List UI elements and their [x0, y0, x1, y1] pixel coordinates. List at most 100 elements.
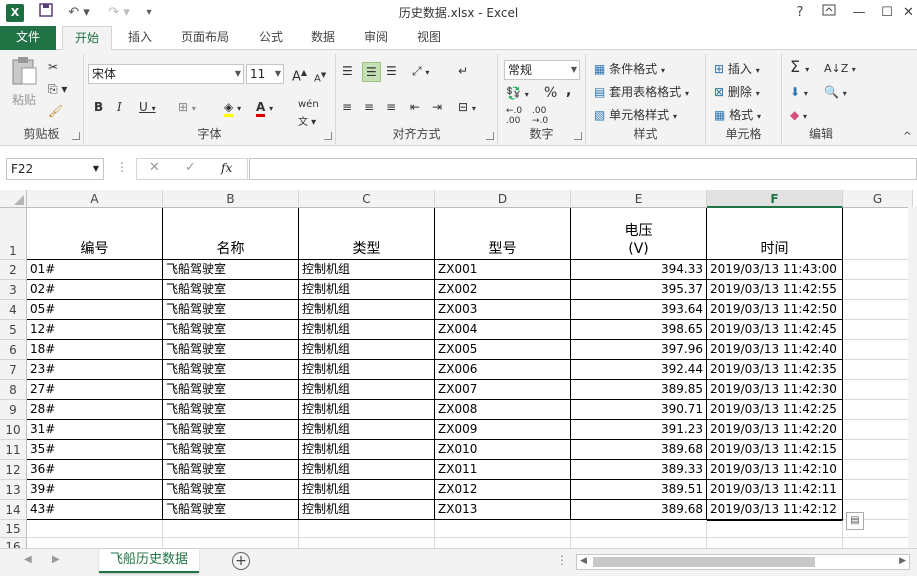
column-header[interactable]: B: [163, 190, 299, 208]
prev-sheet-icon[interactable]: ◀: [24, 554, 32, 565]
empty-cell[interactable]: [843, 380, 913, 400]
new-sheet-icon[interactable]: +: [232, 552, 250, 570]
table-cell[interactable]: 飞船驾驶室: [163, 480, 299, 500]
align-bottom-icon[interactable]: ☰: [386, 62, 397, 80]
table-cell[interactable]: 控制机组: [299, 400, 435, 420]
header-cell[interactable]: 类型: [299, 208, 435, 260]
empty-cell[interactable]: [843, 440, 913, 460]
bold-button[interactable]: B: [94, 98, 103, 116]
underline-button[interactable]: U ▾: [139, 98, 156, 118]
header-cell[interactable]: 名称: [163, 208, 299, 260]
table-cell[interactable]: ZX006: [435, 360, 571, 380]
tab-2[interactable]: 插入: [117, 26, 163, 50]
table-cell[interactable]: 397.96: [571, 340, 707, 360]
table-cell[interactable]: 39#: [27, 480, 163, 500]
close-icon[interactable]: ✕: [900, 3, 917, 23]
table-cell[interactable]: 控制机组: [299, 260, 435, 280]
fill-icon[interactable]: ⬇ ▾: [790, 83, 808, 103]
empty-cell[interactable]: [27, 520, 163, 538]
table-cell[interactable]: 2019/03/13 11:42:10: [707, 460, 843, 480]
table-cell[interactable]: 390.71: [571, 400, 707, 420]
empty-cell[interactable]: [843, 420, 913, 440]
table-cell[interactable]: 18#: [27, 340, 163, 360]
number-launcher-icon[interactable]: [574, 132, 582, 140]
table-cell[interactable]: 02#: [27, 280, 163, 300]
clear-icon[interactable]: ◆ ▾: [790, 106, 807, 126]
minimize-icon[interactable]: —: [847, 3, 871, 23]
row-header[interactable]: 9: [0, 400, 27, 420]
table-cell[interactable]: 控制机组: [299, 300, 435, 320]
decrease-decimal-icon[interactable]: .00 →.0: [532, 106, 548, 126]
scroll-right-icon[interactable]: ▶: [899, 556, 906, 566]
tab-splitter-icon[interactable]: ⋮: [556, 553, 568, 567]
fill-color-button[interactable]: ◈ ▾: [224, 98, 241, 118]
table-cell[interactable]: ZX011: [435, 460, 571, 480]
table-cell[interactable]: 36#: [27, 460, 163, 480]
scroll-left-icon[interactable]: ◀: [580, 556, 587, 566]
table-cell[interactable]: 2019/03/13 11:42:35: [707, 360, 843, 380]
table-cell[interactable]: ZX004: [435, 320, 571, 340]
table-cell[interactable]: ZX010: [435, 440, 571, 460]
table-cell[interactable]: 控制机组: [299, 480, 435, 500]
row-header[interactable]: 12: [0, 460, 27, 480]
table-cell[interactable]: 27#: [27, 380, 163, 400]
empty-cell[interactable]: [843, 280, 913, 300]
delete-cells-button[interactable]: ⊠ 删除 ▾: [714, 83, 760, 103]
table-cell[interactable]: 2019/03/13 11:42:11: [707, 480, 843, 500]
table-cell[interactable]: 35#: [27, 440, 163, 460]
table-cell[interactable]: 控制机组: [299, 460, 435, 480]
horizontal-scrollbar[interactable]: ◀ ▶: [576, 554, 910, 570]
column-header[interactable]: E: [571, 190, 707, 208]
table-cell[interactable]: ZX009: [435, 420, 571, 440]
table-cell[interactable]: 飞船驾驶室: [163, 380, 299, 400]
table-cell[interactable]: 飞船驾驶室: [163, 300, 299, 320]
table-cell[interactable]: 控制机组: [299, 380, 435, 400]
table-cell[interactable]: 389.51: [571, 480, 707, 500]
next-sheet-icon[interactable]: ▶: [52, 554, 60, 565]
table-cell[interactable]: ZX005: [435, 340, 571, 360]
table-cell[interactable]: 飞船驾驶室: [163, 500, 299, 520]
table-cell[interactable]: 控制机组: [299, 440, 435, 460]
table-cell[interactable]: 控制机组: [299, 320, 435, 340]
align-center-icon[interactable]: ≡: [364, 98, 374, 116]
row-header[interactable]: 4: [0, 300, 27, 320]
copy-icon[interactable]: ⎘ ▾: [48, 80, 67, 98]
table-cell[interactable]: 12#: [27, 320, 163, 340]
empty-cell[interactable]: [843, 260, 913, 280]
table-cell[interactable]: 2019/03/13 11:42:15: [707, 440, 843, 460]
sort-filter-icon[interactable]: A↓Z ▾: [824, 60, 856, 79]
empty-cell[interactable]: [843, 460, 913, 480]
tab-0[interactable]: 文件: [0, 26, 56, 50]
orientation-icon[interactable]: ⤢ ▾: [412, 62, 429, 82]
empty-cell[interactable]: [843, 400, 913, 420]
table-cell[interactable]: 飞船驾驶室: [163, 280, 299, 300]
font-launcher-icon[interactable]: [324, 132, 332, 140]
quick-analysis-icon[interactable]: ▤: [846, 512, 864, 530]
table-cell[interactable]: 2019/03/13 11:42:25: [707, 400, 843, 420]
increase-indent-icon[interactable]: ⇥: [432, 98, 442, 116]
border-icon[interactable]: ⊞ ▾: [178, 98, 196, 118]
table-cell[interactable]: 2019/03/13 11:42:45: [707, 320, 843, 340]
table-cell[interactable]: 飞船驾驶室: [163, 320, 299, 340]
table-cell[interactable]: 394.33: [571, 260, 707, 280]
table-cell[interactable]: 2019/03/13 11:42:50: [707, 300, 843, 320]
cancel-icon[interactable]: ✕: [149, 160, 160, 175]
cell-styles-button[interactable]: ▧ 单元格样式 ▾: [594, 106, 677, 126]
alignment-launcher-icon[interactable]: [486, 132, 494, 140]
empty-cell[interactable]: [571, 520, 707, 538]
table-cell[interactable]: 01#: [27, 260, 163, 280]
table-cell[interactable]: ZX003: [435, 300, 571, 320]
font-color-button[interactable]: A ▾: [256, 98, 273, 118]
table-cell[interactable]: 飞船驾驶室: [163, 420, 299, 440]
wrap-text-icon[interactable]: ↵: [458, 62, 468, 80]
empty-cell[interactable]: [843, 360, 913, 380]
table-cell[interactable]: 2019/03/13 11:42:12: [707, 500, 843, 520]
help-icon[interactable]: ?: [788, 3, 812, 23]
empty-cell[interactable]: [299, 520, 435, 538]
vertical-scrollbar[interactable]: [908, 207, 917, 548]
row-header[interactable]: 3: [0, 280, 27, 300]
tab-5[interactable]: 数据: [300, 26, 346, 50]
table-cell[interactable]: 398.65: [571, 320, 707, 340]
table-cell[interactable]: 395.37: [571, 280, 707, 300]
table-cell[interactable]: 389.33: [571, 460, 707, 480]
